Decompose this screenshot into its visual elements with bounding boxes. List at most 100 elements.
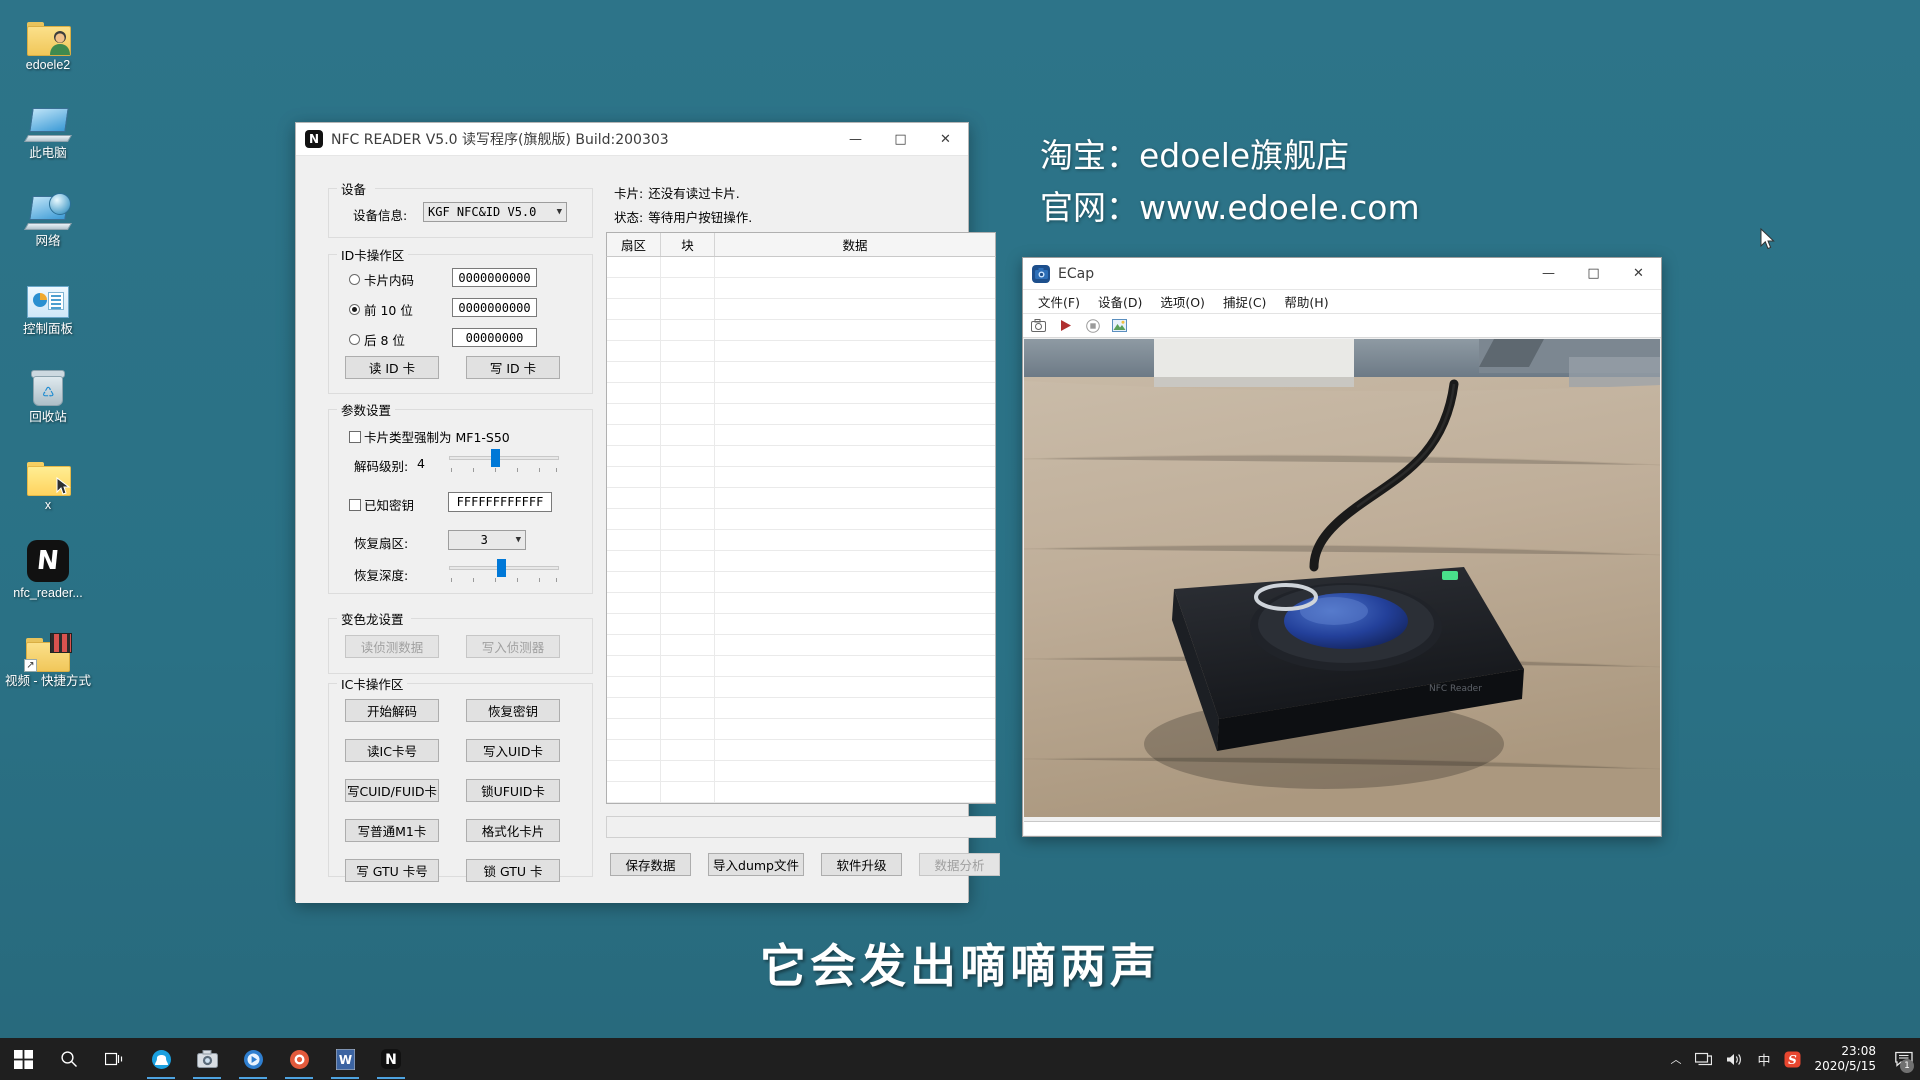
table-row[interactable]: [607, 320, 995, 341]
nfc-reader-icon[interactable]: N: [368, 1038, 414, 1080]
recover-sector-select[interactable]: 3 ▼: [448, 530, 526, 550]
id-option-row[interactable]: 后 8 位: [349, 330, 405, 349]
play-icon[interactable]: [1057, 317, 1074, 334]
desktop-icon-nfc-reader[interactable]: N nfc_reader...: [4, 534, 92, 600]
desktop-icon-network[interactable]: 网络: [4, 182, 92, 248]
force-card-type-checkbox[interactable]: [349, 430, 361, 443]
table-row[interactable]: [607, 509, 995, 530]
volume-tray-icon[interactable]: [1719, 1038, 1750, 1080]
nfc-title-bar[interactable]: N NFC READER V5.0 读写程序(旗舰版) Build:200303…: [296, 123, 968, 156]
recover-key-button[interactable]: 恢复密钥: [466, 699, 560, 722]
slider-thumb[interactable]: [497, 559, 506, 577]
task-view-icon[interactable]: [92, 1038, 138, 1080]
table-row[interactable]: [607, 593, 995, 614]
table-row[interactable]: [607, 614, 995, 635]
desktop-icon-this-pc[interactable]: 此电脑: [4, 94, 92, 160]
close-button[interactable]: ✕: [923, 123, 968, 155]
decode-level-slider[interactable]: [449, 449, 559, 472]
read-detect-data-button[interactable]: 读侦测数据: [345, 635, 439, 658]
maximize-button[interactable]: □: [1571, 258, 1616, 290]
ecap-camera-icon[interactable]: [184, 1038, 230, 1080]
tim-icon[interactable]: [138, 1038, 184, 1080]
minimize-button[interactable]: —: [833, 123, 878, 155]
browser-icon[interactable]: [276, 1038, 322, 1080]
write-uid-card-button[interactable]: 写入UID卡: [466, 739, 560, 762]
close-button[interactable]: ✕: [1616, 258, 1661, 290]
format-card-button[interactable]: 格式化卡片: [466, 819, 560, 842]
ecap-video-preview[interactable]: NFC Reader: [1024, 339, 1660, 817]
table-row[interactable]: [607, 383, 995, 404]
import-dump-file-button[interactable]: 导入dump文件: [708, 853, 804, 876]
write-cuid-fuid-card-button[interactable]: 写CUID/FUID卡: [345, 779, 439, 802]
maximize-button[interactable]: □: [878, 123, 923, 155]
write-gtu-card-number-button[interactable]: 写 GTU 卡号: [345, 859, 439, 882]
menu-device[interactable]: 设备(D): [1089, 290, 1151, 313]
media-player-icon[interactable]: [230, 1038, 276, 1080]
write-normal-m1-card-button[interactable]: 写普通M1卡: [345, 819, 439, 842]
search-icon[interactable]: [46, 1038, 92, 1080]
read-id-card-button[interactable]: 读 ID 卡: [345, 356, 439, 379]
column-header-sector[interactable]: 扇区: [607, 233, 661, 256]
start-button[interactable]: [0, 1038, 46, 1080]
table-row[interactable]: [607, 446, 995, 467]
word-icon[interactable]: W: [322, 1038, 368, 1080]
lock-ufuid-card-button[interactable]: 锁UFUID卡: [466, 779, 560, 802]
table-row[interactable]: [607, 362, 995, 383]
table-row[interactable]: [607, 740, 995, 761]
table-row[interactable]: [607, 530, 995, 551]
menu-options[interactable]: 选项(O): [1151, 290, 1214, 313]
known-key-input[interactable]: FFFFFFFFFFFF: [448, 492, 552, 512]
table-row[interactable]: [607, 761, 995, 782]
image-icon[interactable]: [1111, 317, 1128, 334]
data-grid-body[interactable]: [606, 257, 996, 804]
network-tray-icon[interactable]: [1688, 1038, 1719, 1080]
menu-file[interactable]: 文件(F): [1029, 290, 1089, 313]
menu-help[interactable]: 帮助(H): [1275, 290, 1337, 313]
table-row[interactable]: [607, 404, 995, 425]
software-upgrade-button[interactable]: 软件升级: [821, 853, 902, 876]
table-row[interactable]: [607, 425, 995, 446]
desktop-icon-control-panel[interactable]: 控制面板: [4, 270, 92, 336]
table-row[interactable]: [607, 341, 995, 362]
table-row[interactable]: [607, 677, 995, 698]
desktop-icon-recycle-bin[interactable]: ♺ 回收站: [4, 358, 92, 424]
table-row[interactable]: [607, 551, 995, 572]
table-row[interactable]: [607, 635, 995, 656]
menu-capture[interactable]: 捕捉(C): [1214, 290, 1275, 313]
table-row[interactable]: [607, 278, 995, 299]
slider-thumb[interactable]: [491, 449, 500, 467]
table-row[interactable]: [607, 299, 995, 320]
known-key-checkbox[interactable]: [349, 498, 361, 511]
table-row[interactable]: [607, 488, 995, 509]
card-code-input[interactable]: 0000000000: [452, 268, 537, 287]
radio-card-code[interactable]: [349, 274, 360, 285]
start-decode-button[interactable]: 开始解码: [345, 699, 439, 722]
read-ic-card-number-button[interactable]: 读IC卡号: [345, 739, 439, 762]
device-select[interactable]: KGF NFC&ID V5.0 ▼: [423, 202, 567, 222]
table-row[interactable]: [607, 719, 995, 740]
table-row[interactable]: [607, 257, 995, 278]
table-row[interactable]: [607, 572, 995, 593]
clock[interactable]: 23:08 2020/5/15: [1808, 1044, 1888, 1074]
table-row[interactable]: [607, 467, 995, 488]
table-row[interactable]: [607, 782, 995, 803]
first-10-input[interactable]: 0000000000: [452, 298, 537, 317]
ime-indicator[interactable]: 中: [1750, 1038, 1777, 1080]
lock-gtu-card-button[interactable]: 锁 GTU 卡: [466, 859, 560, 882]
taskbar[interactable]: W N ︿ 中 S 23:08 2020/5/15 1: [0, 1038, 1920, 1080]
show-hidden-icons-chevron[interactable]: ︿: [1663, 1038, 1688, 1080]
last-8-input[interactable]: 00000000: [452, 328, 537, 347]
id-option-row[interactable]: 前 10 位: [349, 300, 413, 319]
camera-icon[interactable]: [1030, 317, 1047, 334]
data-analysis-button[interactable]: 数据分析: [919, 853, 1000, 876]
minimize-button[interactable]: —: [1526, 258, 1571, 290]
table-row[interactable]: [607, 698, 995, 719]
desktop-icon-x[interactable]: x: [4, 446, 92, 512]
table-row[interactable]: [607, 656, 995, 677]
desktop-icon-edoele2[interactable]: edoele2: [4, 6, 92, 72]
radio-first-10[interactable]: [349, 304, 360, 315]
nfc-reader-window[interactable]: N NFC READER V5.0 读写程序(旗舰版) Build:200303…: [295, 122, 1000, 903]
action-center-icon[interactable]: 1: [1888, 1038, 1920, 1080]
radio-last-8[interactable]: [349, 334, 360, 345]
ecap-title-bar[interactable]: ECap — □ ✕: [1023, 258, 1661, 290]
